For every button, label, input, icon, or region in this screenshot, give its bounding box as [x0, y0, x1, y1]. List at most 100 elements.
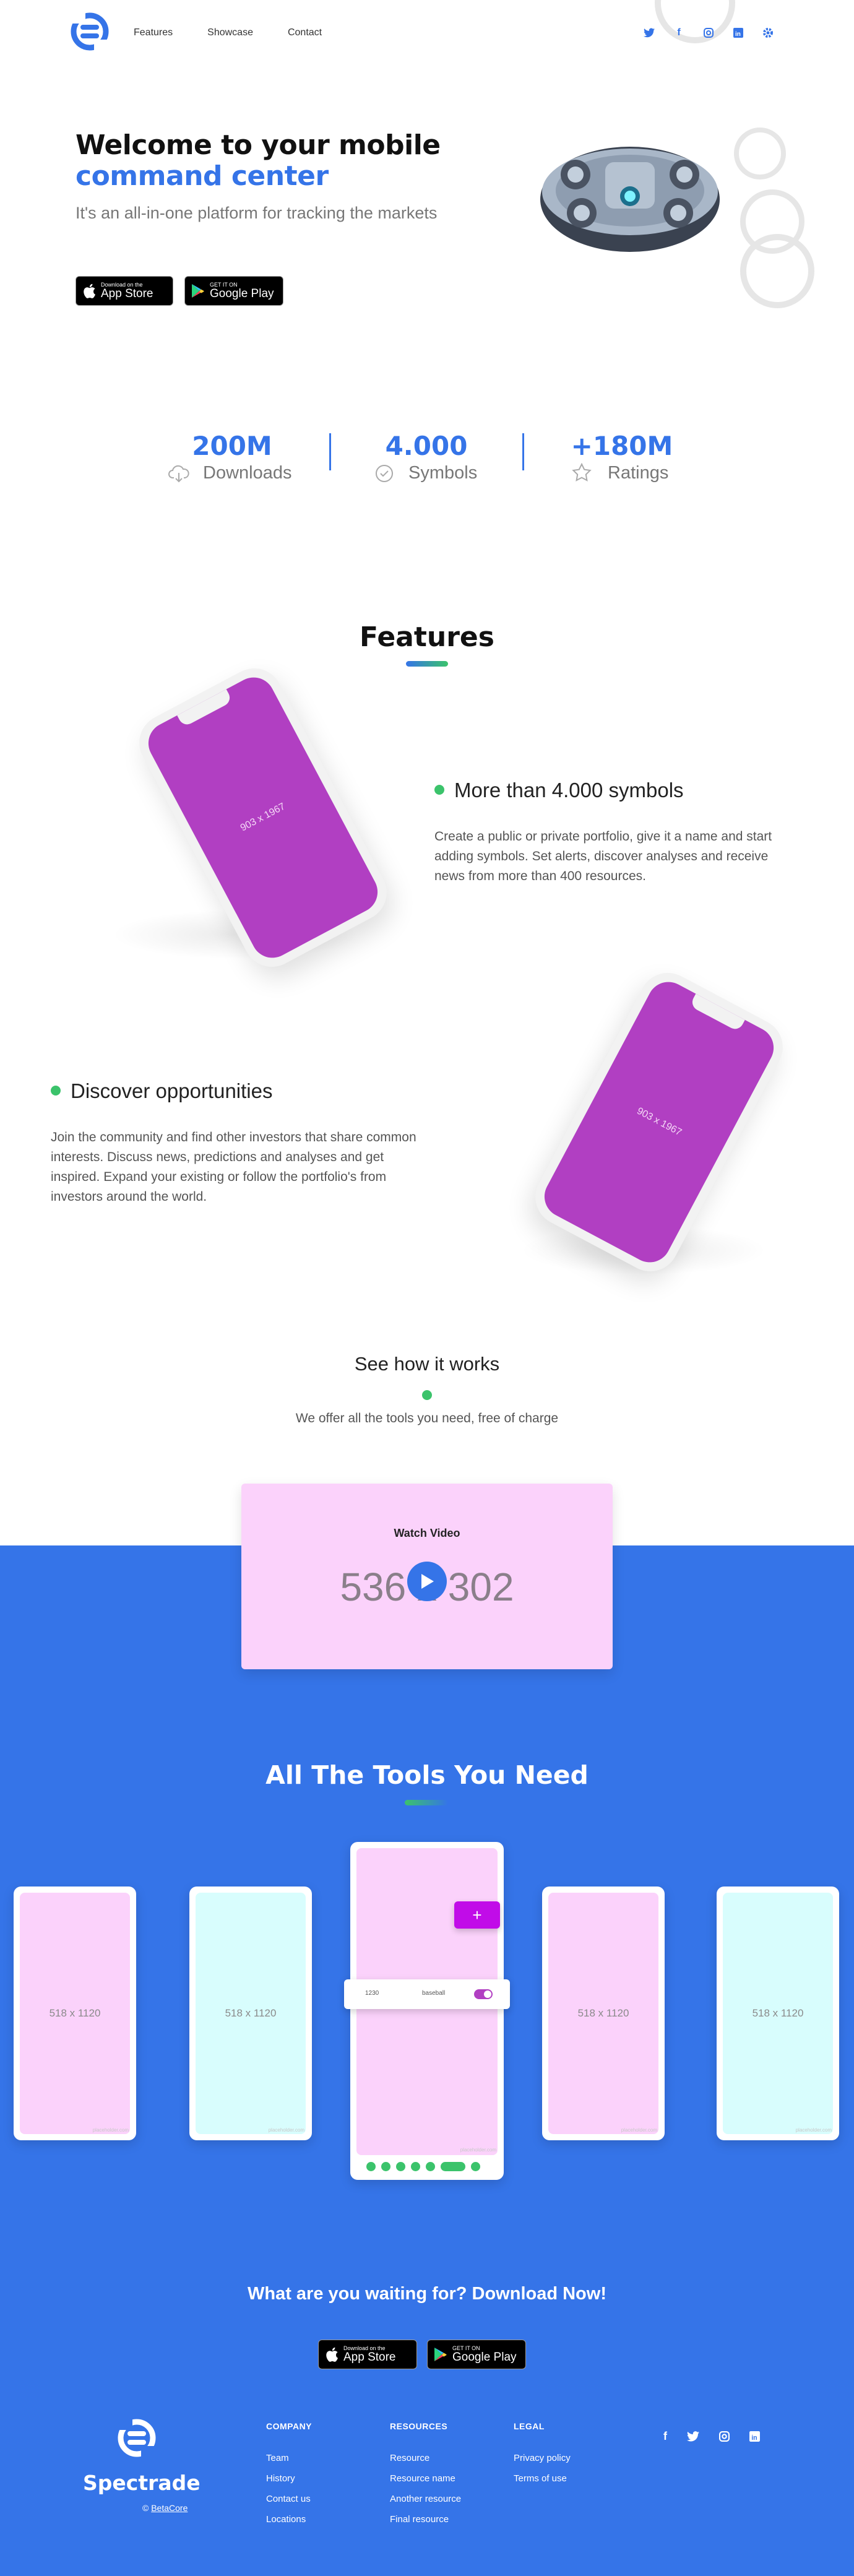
nav-dot: [366, 2162, 376, 2171]
facebook-icon[interactable]: f: [672, 26, 686, 40]
stat-downloads-label: Downloads: [203, 463, 292, 483]
footer-link-resource[interactable]: Resource: [390, 2453, 429, 2463]
google-play-large: Google Play: [210, 287, 274, 300]
toggle-card-middle: baseball: [422, 1990, 446, 1997]
nav-dot: [471, 2162, 480, 2171]
twitter-icon[interactable]: [642, 26, 656, 40]
tool-phone-2: 518 x 1120 placeholder.com: [189, 1887, 312, 2140]
app-store-large: App Store: [101, 287, 153, 300]
feature-phone-2-placeholder: 903 x 1967: [635, 1105, 684, 1138]
nav-dot: [411, 2162, 420, 2171]
nav-dot: [426, 2162, 435, 2171]
settings-icon[interactable]: [761, 26, 775, 40]
add-button[interactable]: +: [454, 1901, 500, 1929]
svg-text:in: in: [735, 31, 741, 38]
nav-dot: [396, 2162, 405, 2171]
nav-features[interactable]: Features: [134, 27, 173, 38]
footer-link-locations[interactable]: Locations: [266, 2514, 306, 2525]
plus-icon: +: [472, 1905, 482, 1924]
google-play-icon: [192, 284, 204, 298]
nav-showcase[interactable]: Showcase: [207, 27, 253, 38]
how-it-works-dot: [422, 1390, 432, 1400]
copyright-symbol: ©: [142, 2503, 149, 2513]
stat-divider-2: [522, 433, 524, 470]
linkedin-icon[interactable]: in: [731, 26, 745, 40]
svg-text:in: in: [751, 2434, 757, 2442]
star-icon: [572, 463, 592, 482]
tool-phone-2-placeholder: 518 x 1120: [225, 2007, 277, 2019]
play-button[interactable]: [407, 1562, 447, 1601]
stat-downloads-value: 200M: [192, 431, 272, 461]
app-store-large: App Store: [343, 2351, 396, 2364]
instagram-icon[interactable]: [702, 26, 715, 40]
tool-phone-1: 518 x 1120 placeholder.com: [14, 1887, 136, 2140]
feature-1-heading: More than 4.000 symbols: [454, 779, 684, 802]
tools-title-underline: [405, 1800, 448, 1805]
footer-link-team[interactable]: Team: [266, 2453, 289, 2463]
twitter-icon[interactable]: [687, 2431, 699, 2442]
app-store-button-bottom[interactable]: Download on the App Store: [318, 2340, 417, 2369]
apple-icon: [326, 2347, 338, 2362]
watch-video-label: Watch Video: [394, 1527, 460, 1539]
tool-phone-5-placeholder: 518 x 1120: [752, 2007, 804, 2019]
footer-logo-icon[interactable]: [116, 2418, 157, 2458]
tool-phone-1-watermark: placeholder.com: [92, 2127, 129, 2133]
footer-link-privacy[interactable]: Privacy policy: [514, 2453, 571, 2463]
toggle-card-left: 1230: [365, 1990, 379, 1997]
footer-link-terms[interactable]: Terms of use: [514, 2473, 567, 2484]
tool-phone-4-screen: 518 x 1120: [548, 1893, 658, 2134]
google-play-button[interactable]: GET IT ON Google Play: [184, 276, 283, 306]
video-card[interactable]: Watch Video 536 x 302: [241, 1484, 613, 1669]
google-play-large: Google Play: [452, 2351, 517, 2364]
stat-divider-1: [329, 433, 331, 470]
logo-icon[interactable]: [69, 11, 110, 52]
footer-social: f in: [663, 2430, 760, 2443]
toggle-switch[interactable]: [474, 1989, 493, 1999]
feature-2-text: Join the community and find other invest…: [51, 1130, 416, 1204]
linkedin-icon[interactable]: in: [749, 2431, 760, 2442]
google-play-icon: [434, 2348, 447, 2361]
feature-phone-1-placeholder: 903 x 1967: [238, 801, 287, 834]
tool-phone-2-screen: 518 x 1120: [196, 1893, 306, 2134]
instagram-icon[interactable]: [719, 2431, 730, 2442]
toggle-card: 1230 baseball: [344, 1979, 510, 2009]
header-social: f in: [642, 26, 775, 40]
footer-link-final-resource[interactable]: Final resource: [390, 2514, 449, 2525]
apple-icon: [84, 283, 95, 298]
main-nav: Features Showcase Contact: [134, 27, 322, 38]
footer-link-contact[interactable]: Contact us: [266, 2494, 311, 2504]
tool-phone-5: 518 x 1120 placeholder.com: [717, 1887, 839, 2140]
footer-legal-heading: LEGAL: [514, 2421, 545, 2431]
app-store-button[interactable]: Download on the App Store: [75, 276, 173, 306]
toggle-knob: [484, 1990, 491, 1998]
tool-phone-center-dots: [366, 2162, 480, 2171]
tool-phone-5-watermark: placeholder.com: [795, 2127, 832, 2133]
nav-contact[interactable]: Contact: [288, 27, 322, 38]
features-title-underline: [406, 661, 448, 667]
how-it-works-title: See how it works: [354, 1353, 500, 1375]
download-title: What are you waiting for? Download Now!: [248, 2284, 606, 2304]
stat-symbols-value: 4.000: [385, 431, 468, 461]
feature-1-text: Create a public or private portfolio, gi…: [434, 829, 772, 883]
footer-link-history[interactable]: History: [266, 2473, 295, 2484]
footer-link-resource-name[interactable]: Resource name: [390, 2473, 455, 2484]
facebook-icon[interactable]: f: [663, 2430, 667, 2443]
feature-1-bullet: [434, 785, 444, 795]
decor-ring-3: [740, 234, 814, 308]
tool-phone-1-placeholder: 518 x 1120: [49, 2007, 101, 2019]
footer-link-another-resource[interactable]: Another resource: [390, 2494, 461, 2504]
tool-phone-5-screen: 518 x 1120: [723, 1893, 833, 2134]
tools-title: All The Tools You Need: [265, 1760, 589, 1790]
tool-phone-4-watermark: placeholder.com: [621, 2127, 657, 2133]
google-play-button-bottom[interactable]: GET IT ON Google Play: [427, 2340, 526, 2369]
footer-resources-heading: RESOURCES: [390, 2421, 448, 2431]
copyright-link[interactable]: BetaCore: [151, 2503, 188, 2513]
tool-phone-4-placeholder: 518 x 1120: [577, 2007, 629, 2019]
footer-company-heading: COMPANY: [266, 2421, 313, 2431]
drone-illustration: [540, 147, 720, 252]
how-it-works-subtitle: We offer all the tools you need, free of…: [295, 1411, 559, 1425]
tool-phone-4: 518 x 1120 placeholder.com: [542, 1887, 665, 2140]
stat-symbols-label: Symbols: [408, 463, 478, 483]
nav-dot: [381, 2162, 390, 2171]
play-icon: [421, 1574, 434, 1589]
